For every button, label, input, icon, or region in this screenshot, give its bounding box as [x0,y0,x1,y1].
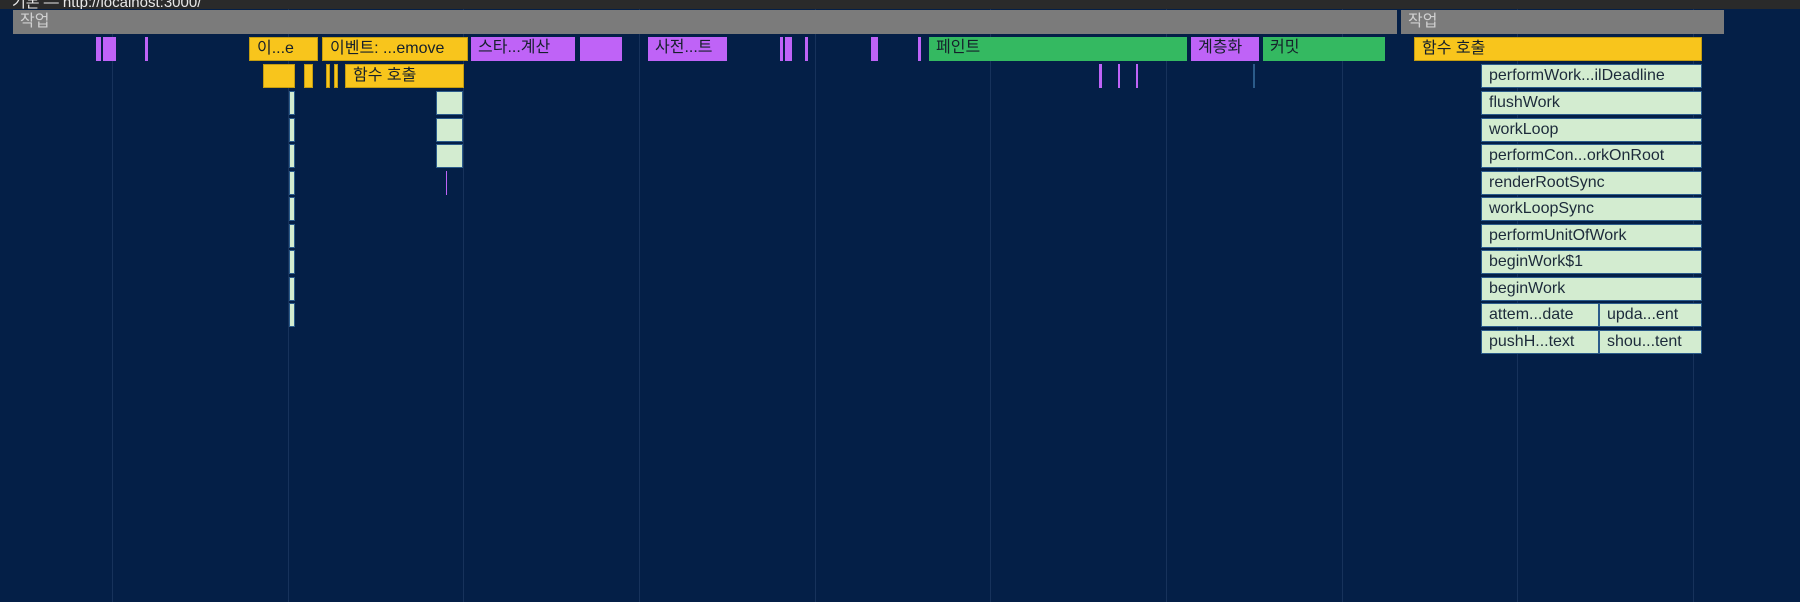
stack-frame-tick[interactable] [289,91,295,115]
render-event-tick[interactable] [918,37,921,61]
function-call-block[interactable]: 함수 호출 [1414,37,1702,61]
render-event-tick[interactable] [96,37,101,61]
function-call-block[interactable]: 함수 호출 [345,64,464,88]
script-sub-block[interactable] [263,64,295,88]
render-event-tick[interactable] [805,37,808,61]
render-event-tick[interactable] [1136,64,1138,88]
call-stack-frame[interactable]: flushWork [1481,91,1702,115]
script-sub-block[interactable] [326,64,330,88]
gridline [112,9,113,602]
render-event-tick[interactable] [780,37,783,61]
render-event-tick[interactable] [1118,64,1120,88]
call-stack-frame[interactable]: performWork...ilDeadline [1481,64,1702,88]
gridline [1342,9,1343,602]
call-stack-frame[interactable]: pushH...text [1481,330,1599,354]
stack-frame[interactable] [436,118,463,142]
stack-frame-tick[interactable] [289,197,295,221]
render-event-tick[interactable] [446,171,447,195]
call-stack-frame[interactable]: upda...ent [1599,303,1702,327]
gridline [815,9,816,602]
stack-frame-tick[interactable] [289,277,295,301]
mousemove-event-block[interactable]: 이벤트: ...emove [322,37,468,61]
script-sub-block[interactable] [334,64,338,88]
task-bar[interactable]: 작업 [13,10,1397,34]
stack-frame-tick[interactable] [1253,64,1255,88]
render-event-tick[interactable] [1099,64,1102,88]
render-event-tick[interactable] [103,37,116,61]
call-stack-frame[interactable]: workLoop [1481,118,1702,142]
render-event-tick[interactable] [871,37,878,61]
layerize-block[interactable]: 계층화 [1191,37,1259,61]
stack-frame-tick[interactable] [289,171,295,195]
call-stack-frame[interactable]: attem...date [1481,303,1599,327]
call-stack-frame[interactable]: renderRootSync [1481,171,1702,195]
profiler-header-bar: 기본 — http://localhost:3000/ [0,0,1800,9]
stack-frame-tick[interactable] [289,144,295,168]
commit-block[interactable]: 커밋 [1263,37,1385,61]
page-url-text: 기본 — http://localhost:3000/ [12,0,202,9]
stack-frame[interactable] [436,144,463,168]
event-block[interactable]: 이...e [249,37,318,61]
pre-paint-block[interactable]: 사전...트 [648,37,727,61]
render-event-tick[interactable] [145,37,148,61]
render-event-tick[interactable] [580,37,622,61]
recalc-style-block[interactable]: 스타...계산 [471,37,575,61]
gridline [639,9,640,602]
stack-frame-tick[interactable] [289,303,295,327]
render-event-tick[interactable] [785,37,792,61]
gridline [463,9,464,602]
call-stack-frame[interactable]: beginWork$1 [1481,250,1702,274]
stack-frame-tick[interactable] [289,224,295,248]
stack-frame-tick[interactable] [289,250,295,274]
task-bar[interactable]: 작업 [1401,10,1724,34]
script-sub-block[interactable] [304,64,313,88]
call-stack-frame[interactable]: performCon...orkOnRoot [1481,144,1702,168]
call-stack-frame[interactable]: workLoopSync [1481,197,1702,221]
stack-frame[interactable] [436,91,463,115]
gridline [990,9,991,602]
paint-block[interactable]: 페인트 [929,37,1187,61]
call-stack-frame[interactable]: beginWork [1481,277,1702,301]
stack-frame-tick[interactable] [289,118,295,142]
call-stack-frame[interactable]: shou...tent [1599,330,1702,354]
gridline [1166,9,1167,602]
call-stack-frame[interactable]: performUnitOfWork [1481,224,1702,248]
